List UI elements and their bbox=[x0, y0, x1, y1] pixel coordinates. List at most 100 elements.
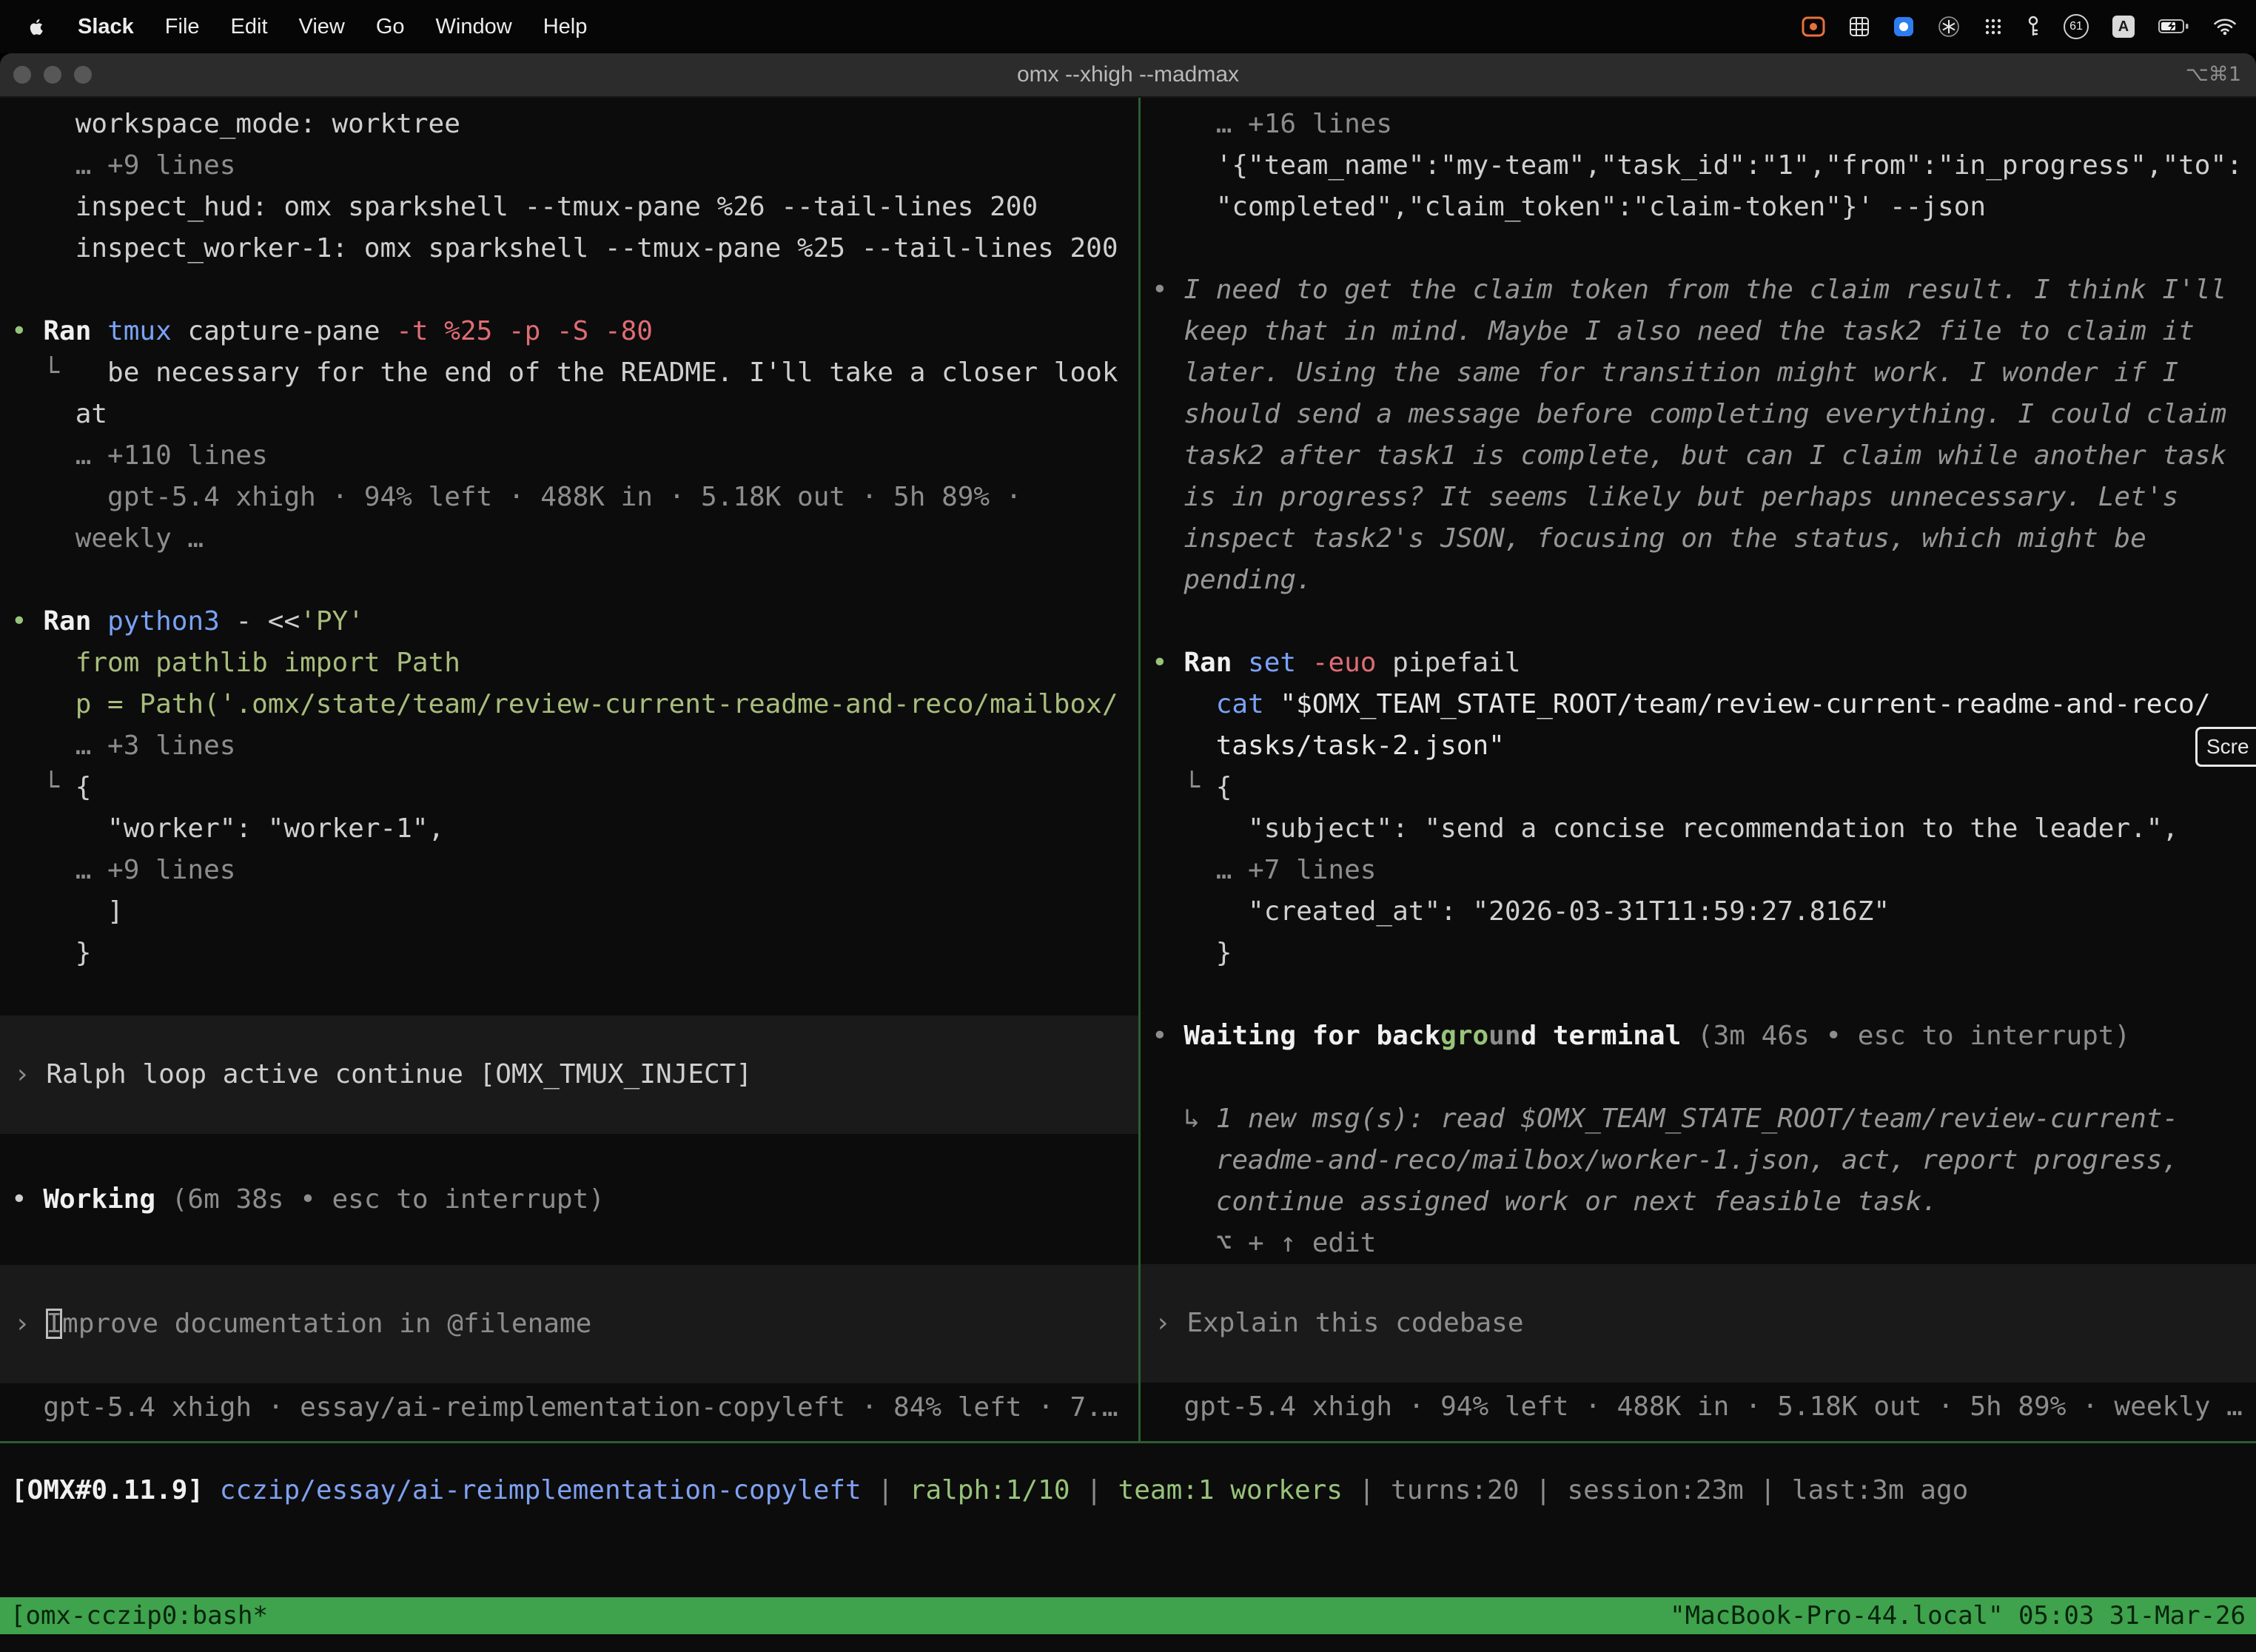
terminal-text-segment: readme-and-reco/mailbox/worker-1.json, a… bbox=[1152, 1145, 2178, 1175]
blue-app-icon[interactable] bbox=[1893, 16, 1914, 37]
terminal-text-segment: Ran bbox=[43, 606, 107, 637]
menu-bar-left: Slack File Edit View Go Window Help bbox=[0, 15, 587, 39]
terminal-text-segment: -euo bbox=[1312, 648, 1392, 678]
terminal-line: … +9 lines bbox=[0, 145, 1138, 187]
terminal-text-segment: | bbox=[862, 1475, 910, 1505]
terminal-text-segment: 1 new msg(s): read $OMX_TEAM_STATE_ROOT/… bbox=[1216, 1104, 2178, 1134]
terminal-line: • Ran tmux capture-pane -t %25 -p -S -80 bbox=[0, 311, 1138, 352]
terminal-line: • Ran set -euo pipefail bbox=[1141, 642, 2256, 684]
window-title: omx --xhigh --madmax bbox=[0, 53, 2256, 96]
terminal-text-segment: • bbox=[1152, 648, 1184, 678]
menu-view[interactable]: View bbox=[299, 15, 345, 39]
composer-input[interactable]: › Improve documentation in @filename bbox=[0, 1265, 1138, 1383]
terminal-text-segment: p = Path('.omx/state/team/review-current… bbox=[11, 689, 1118, 719]
terminal-line: ↳ 1 new msg(s): read $OMX_TEAM_STATE_ROO… bbox=[1141, 1098, 2256, 1140]
terminal-text-segment: gpt-5.4 xhigh · 94% left · 488K in · 5.1… bbox=[1152, 1391, 2243, 1422]
terminal-text-segment: … +7 lines bbox=[1152, 855, 1376, 885]
terminal-line: is in progress? It seems likely but perh… bbox=[1141, 477, 2256, 518]
terminal-line: └ { bbox=[0, 767, 1138, 808]
terminal-window: workspace_mode: worktree … +9 lines insp… bbox=[0, 98, 2256, 1652]
terminal-text-segment: weekly … bbox=[11, 523, 204, 554]
terminal-line: inspect task2's JSON, focusing on the st… bbox=[1141, 518, 2256, 560]
terminal-text-segment: gro bbox=[1440, 1021, 1488, 1051]
battery-icon[interactable] bbox=[2158, 18, 2189, 36]
terminal-text-segment: { bbox=[1216, 772, 1232, 802]
terminal-text-segment: } bbox=[11, 938, 91, 968]
terminal-text-segment bbox=[1152, 689, 1216, 719]
pane-status-line: gpt-5.4 xhigh · essay/ai-reimplementatio… bbox=[0, 1387, 1138, 1428]
terminal-text-segment: › bbox=[1155, 1308, 1186, 1338]
terminal-text-segment: ↳ bbox=[1152, 1104, 1216, 1134]
terminal-output: … +16 lines '{"team_name":"my-team","tas… bbox=[1141, 104, 2256, 1264]
terminal-text-segment: pipefail bbox=[1392, 648, 1520, 678]
menu-edit[interactable]: Edit bbox=[231, 15, 268, 39]
terminal-text-segment: at bbox=[11, 399, 107, 429]
terminal-line: "subject": "send a concise recommendatio… bbox=[1141, 808, 2256, 850]
terminal-line: '{"team_name":"my-team","task_id":"1","f… bbox=[1141, 145, 2256, 187]
terminal-line: … +7 lines bbox=[1141, 850, 2256, 891]
menu-help[interactable]: Help bbox=[543, 15, 588, 39]
terminal-text-segment: capture-pane bbox=[187, 316, 396, 346]
omx-status-text: [OMX#0.11.9] cczip/essay/ai-reimplementa… bbox=[0, 1470, 2256, 1511]
wifi-icon[interactable] bbox=[2213, 17, 2237, 36]
terminal-text-segment: "subject": "send a concise recommendatio… bbox=[1152, 813, 2178, 844]
menu-app-name[interactable]: Slack bbox=[78, 15, 134, 39]
key-icon[interactable] bbox=[2027, 15, 2040, 38]
dots-grid-icon[interactable] bbox=[1984, 17, 2003, 36]
terminal-line: from pathlib import Path bbox=[0, 642, 1138, 684]
terminal-text-segment: session:23m bbox=[1567, 1475, 1743, 1505]
terminal-line: later. Using the same for transition mig… bbox=[1141, 352, 2256, 394]
terminal-text-segment: { bbox=[75, 772, 92, 802]
terminal-text-segment: └ bbox=[11, 357, 107, 388]
terminal-line: › Ralph loop active continue [OMX_TMUX_I… bbox=[0, 1054, 1138, 1095]
terminal-text-segment: I bbox=[46, 1309, 62, 1339]
terminal-text-segment: un bbox=[1488, 1021, 1520, 1051]
terminal-line: pending. bbox=[1141, 560, 2256, 601]
terminal-text-segment: … +3 lines bbox=[11, 731, 235, 761]
menu-file[interactable]: File bbox=[165, 15, 200, 39]
tmux-session-label: [omx-cczip0:bash* bbox=[10, 1597, 268, 1634]
apple-menu-icon[interactable] bbox=[27, 17, 47, 37]
terminal-line: cat "$OMX_TEAM_STATE_ROOT/team/review-cu… bbox=[1141, 684, 2256, 725]
terminal-text-segment: inspect task2's JSON, focusing on the st… bbox=[1152, 523, 2146, 554]
terminal-line bbox=[0, 560, 1138, 601]
terminal-text-segment: continue assigned work or next feasible … bbox=[1152, 1186, 1938, 1217]
menu-go[interactable]: Go bbox=[376, 15, 405, 39]
assistant-swirl-icon[interactable] bbox=[1938, 16, 1960, 38]
terminal-text-segment: Waiting for back bbox=[1184, 1021, 1440, 1051]
terminal-text-segment: ralph:1/10 bbox=[910, 1475, 1070, 1505]
terminal-text-segment: inspect_worker-1: omx sparkshell --tmux-… bbox=[11, 233, 1118, 263]
terminal-text-segment: … +9 lines bbox=[11, 855, 235, 885]
terminal-text-segment: | bbox=[1519, 1475, 1567, 1505]
terminal-line: "worker": "worker-1", bbox=[0, 808, 1138, 850]
terminal-line: inspect_hud: omx sparkshell --tmux-pane … bbox=[0, 187, 1138, 228]
menu-bar: Slack File Edit View Go Window Help 61 A bbox=[0, 0, 2256, 53]
battery-percentage-badge-icon[interactable]: 61 bbox=[2064, 14, 2089, 39]
terminal-text-segment: "created_at": "2026-03-31T11:59:27.816Z" bbox=[1152, 896, 1890, 927]
terminal-text-segment: … +110 lines bbox=[11, 440, 268, 471]
terminal-line: continue assigned work or next feasible … bbox=[1141, 1181, 2256, 1223]
terminal-pane-left: workspace_mode: worktree … +9 lines insp… bbox=[0, 98, 1138, 1443]
input-source-icon[interactable]: A bbox=[2112, 16, 2135, 38]
terminal-text-segment: workspace_mode: worktree bbox=[11, 109, 460, 139]
terminal-line: • I need to get the claim token from the… bbox=[1141, 269, 2256, 311]
grid-icon[interactable] bbox=[1849, 16, 1870, 37]
composer-input[interactable]: › Explain this codebase bbox=[1141, 1264, 2256, 1383]
terminal-line: should send a message before completing … bbox=[1141, 394, 2256, 435]
terminal-text-segment: tasks/task-2.json" bbox=[1152, 731, 1505, 761]
terminal-text-segment: … +9 lines bbox=[11, 150, 235, 181]
terminal-text-segment: └ bbox=[11, 772, 75, 802]
terminal-line: • Working (6m 38s • esc to interrupt) bbox=[0, 1179, 1138, 1220]
terminal-line bbox=[0, 269, 1138, 311]
terminal-line: • Waiting for background terminal (3m 46… bbox=[1141, 1015, 2256, 1057]
terminal-text-segment: "completed","claim_token":"claim-token"}… bbox=[1152, 192, 1986, 222]
terminal-text-segment: gpt-5.4 xhigh · 94% left · 488K in · 5.1… bbox=[11, 482, 1021, 512]
terminal-text-segment: ⌥ + ↑ edit bbox=[1152, 1228, 1376, 1258]
terminal-text-segment: 'PY' bbox=[300, 606, 364, 637]
terminal-text-segment: (3m 46s • esc to interrupt) bbox=[1697, 1021, 2130, 1051]
screen-recording-indicator-icon[interactable] bbox=[1802, 16, 1825, 37]
terminal-text-segment: python3 bbox=[107, 606, 235, 637]
menu-window[interactable]: Window bbox=[436, 15, 512, 39]
terminal-line: … +3 lines bbox=[0, 725, 1138, 767]
terminal-text-segment: turns:20 bbox=[1391, 1475, 1519, 1505]
